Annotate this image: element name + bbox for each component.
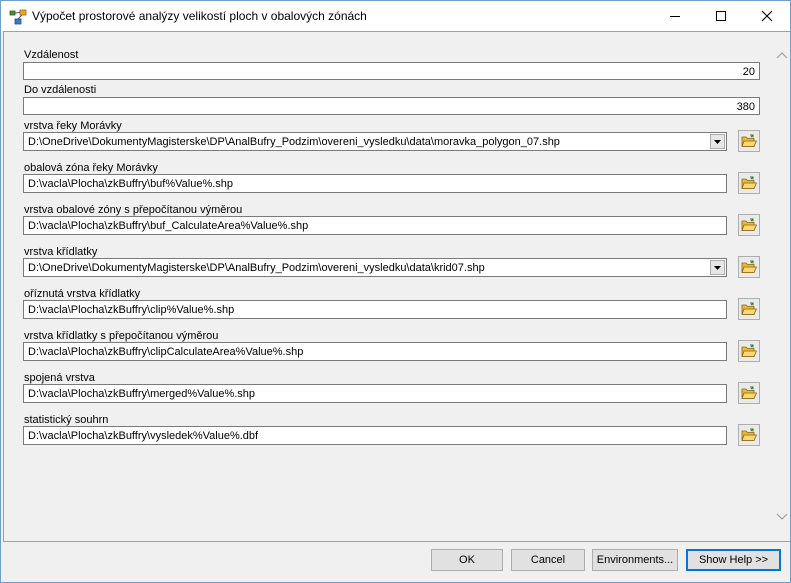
statisticky-souhrn-input[interactable]: D:\vacla\Plocha\zkBuffry\vysledek%Value%…	[23, 426, 727, 445]
dropdown-arrow-icon[interactable]	[710, 260, 725, 275]
browse-button-vrstva-reky[interactable]	[738, 130, 760, 152]
browse-button-statisticky-souhrn[interactable]	[738, 424, 760, 446]
obalova-zona-label: obalová zóna řeky Morávky	[24, 162, 158, 174]
do-vzdalenosti-input[interactable]: 380	[23, 97, 760, 115]
maximize-button[interactable]	[698, 1, 744, 31]
close-button[interactable]	[744, 1, 790, 31]
vrstva-reky-label: vrstva řeky Morávky	[24, 120, 122, 132]
vrstva-obalove-zony-label: vrstva obalové zóny s přepočítanou výměr…	[24, 204, 243, 216]
parameters-panel: Vzdálenost 20 Do vzdálenosti 380 vrstva …	[3, 31, 790, 542]
vzdalenost-input[interactable]: 20	[23, 62, 760, 80]
folder-open-icon	[741, 260, 757, 273]
browse-button-vrstva-obalove-zony[interactable]	[738, 214, 760, 236]
folder-open-icon	[741, 218, 757, 231]
close-icon	[761, 10, 773, 22]
folder-open-icon	[741, 302, 757, 315]
minimize-button[interactable]	[652, 1, 698, 31]
folder-open-icon	[741, 344, 757, 357]
window-title: Výpočet prostorové analýzy velikostí plo…	[32, 9, 367, 23]
do-vzdalenosti-label: Do vzdálenosti	[24, 84, 97, 96]
browse-button-spojena-vrstva[interactable]	[738, 382, 760, 404]
folder-open-icon	[741, 134, 757, 147]
browse-button-oriznuta-vrstva[interactable]	[738, 298, 760, 320]
scroll-up-icon[interactable]	[775, 50, 789, 62]
folder-open-icon	[741, 428, 757, 441]
vrstva-kridlatky-prepoc-label: vrstva křídlatky s přepočítanou výměrou	[24, 330, 219, 342]
environments-button[interactable]: Environments...	[592, 549, 678, 571]
vrstva-reky-value: D:\OneDrive\DokumentyMagisterske\DP\Anal…	[28, 136, 560, 148]
spojena-vrstva-label: spojená vrstva	[24, 372, 95, 384]
model-tool-icon	[9, 9, 27, 25]
minimize-icon	[670, 16, 680, 17]
oriznuta-vrstva-label: oříznutá vrstva křídlatky	[24, 288, 141, 300]
cancel-button[interactable]: Cancel	[511, 549, 585, 571]
spojena-vrstva-input[interactable]: D:\vacla\Plocha\zkBuffry\merged%Value%.s…	[23, 384, 727, 403]
vzdalenost-label: Vzdálenost	[24, 49, 79, 61]
vrstva-kridlatky-label: vrstva křídlatky	[24, 246, 98, 258]
vrstva-kridlatky-value: D:\OneDrive\DokumentyMagisterske\DP\Anal…	[28, 262, 485, 274]
statisticky-souhrn-label: statistický souhrn	[24, 414, 109, 426]
obalova-zona-input[interactable]: D:\vacla\Plocha\zkBuffry\buf%Value%.shp	[23, 174, 727, 193]
folder-open-icon	[741, 176, 757, 189]
vrstva-kridlatky-prepoc-input[interactable]: D:\vacla\Plocha\zkBuffry\clipCalculateAr…	[23, 342, 727, 361]
dropdown-arrow-icon[interactable]	[710, 134, 725, 149]
oriznuta-vrstva-input[interactable]: D:\vacla\Plocha\zkBuffry\clip%Value%.shp	[23, 300, 727, 319]
title-bar[interactable]: Výpočet prostorové analýzy velikostí plo…	[1, 1, 790, 31]
folder-open-icon	[741, 386, 757, 399]
maximize-icon	[716, 11, 726, 21]
vrstva-reky-combo[interactable]: D:\OneDrive\DokumentyMagisterske\DP\Anal…	[23, 132, 727, 151]
browse-button-obalova-zona[interactable]	[738, 172, 760, 194]
scroll-down-icon[interactable]	[775, 510, 789, 522]
browse-button-vrstva-kridlatky[interactable]	[738, 256, 760, 278]
show-help-button[interactable]: Show Help >>	[686, 549, 781, 571]
vrstva-obalove-zony-input[interactable]: D:\vacla\Plocha\zkBuffry\buf_CalculateAr…	[23, 216, 727, 235]
ok-button[interactable]: OK	[431, 549, 503, 571]
browse-button-vrstva-kridlatky-prepoc[interactable]	[738, 340, 760, 362]
vrstva-kridlatky-combo[interactable]: D:\OneDrive\DokumentyMagisterske\DP\Anal…	[23, 258, 727, 277]
tool-dialog-window: Výpočet prostorové analýzy velikostí plo…	[0, 0, 791, 583]
